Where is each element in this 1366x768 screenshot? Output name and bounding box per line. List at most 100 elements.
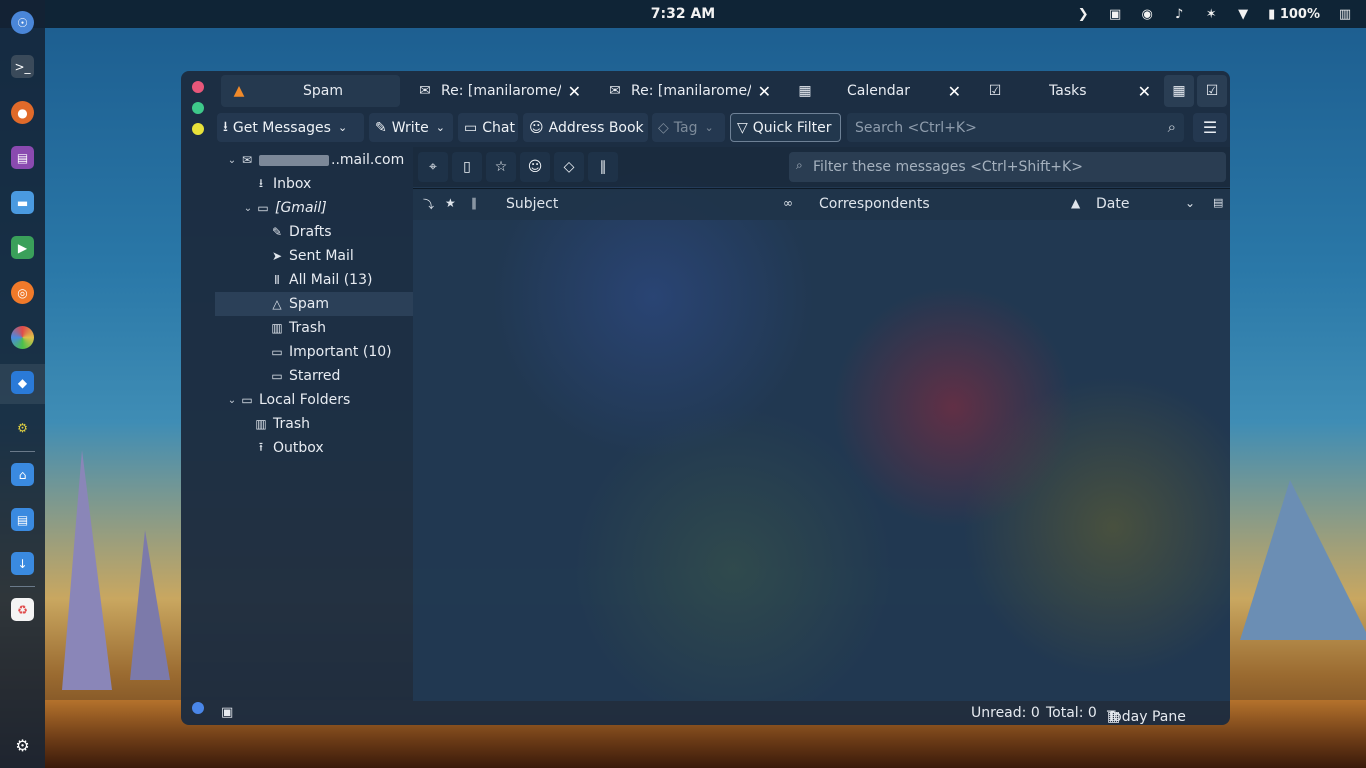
folder-local-trash[interactable]: ▥ Trash [215, 412, 413, 436]
get-messages-button[interactable]: ⭳ Get Messages ⌄ [217, 113, 364, 142]
layout-icon[interactable]: ▥ [1338, 7, 1352, 22]
tab-tasks[interactable]: ☑ Tasks ✕ [977, 75, 1157, 107]
gear-icon[interactable]: ⚙ [11, 734, 34, 757]
address-book-label: Address Book [548, 119, 644, 136]
hamburger-icon: ☰ [1202, 118, 1218, 137]
chevron-down-icon[interactable]: ⌄ [225, 155, 239, 166]
folder-all-mail[interactable]: Ⅱ All Mail (13) [215, 268, 413, 292]
wallpaper-rock [62, 450, 112, 690]
battery-indicator[interactable]: ▮ 100% [1268, 7, 1320, 22]
text-editor-icon[interactable]: ▤ [11, 146, 34, 169]
read-status-column-icon[interactable]: ∞ [783, 196, 793, 210]
battery-icon: ▮ [1268, 6, 1276, 22]
close-window-button[interactable] [192, 81, 204, 93]
dock-separator [10, 451, 35, 452]
tab-calendar[interactable]: ▦ Calendar ✕ [787, 75, 967, 107]
trash-icon: ▥ [255, 417, 267, 431]
unread-filter-button[interactable]: ▯ [452, 152, 482, 182]
folder-spam[interactable]: △ Spam [215, 292, 413, 316]
folder-account[interactable]: ⌄ ✉ ..mail.com [215, 148, 413, 172]
trash-bin-icon[interactable]: ♻ [11, 598, 34, 621]
settings-gears-icon[interactable]: ⚙ [11, 416, 34, 439]
chevron-down-icon[interactable]: ⌄ [338, 121, 347, 134]
chevron-down-icon[interactable]: ⌄ [1185, 196, 1195, 210]
dock: ☉ >_ ● ▤ ▬ ▶ ◎ ◆ ⚙ ⌂ ▤ ↓ ♻ ⚙ [0, 0, 45, 768]
attachment-column-icon[interactable]: ∥ [471, 196, 477, 210]
tab-spam[interactable]: ▲ Spam [221, 75, 400, 107]
dock-separator [10, 586, 35, 587]
documents-folder-icon[interactable]: ▤ [11, 508, 34, 531]
chat-icon: ▭ [464, 119, 478, 136]
folder-outbox[interactable]: ⭱ Outbox [215, 436, 413, 460]
envelope-icon: ✉ [241, 153, 253, 167]
folder-local-folders[interactable]: ⌄ ▭ Local Folders [215, 388, 413, 412]
close-icon[interactable]: ✕ [948, 82, 961, 101]
folder-sent-mail[interactable]: ➤ Sent Mail [215, 244, 413, 268]
column-picker-icon[interactable]: ▤ [1213, 196, 1223, 209]
tag-button[interactable]: ◇ Tag ⌄ [652, 113, 725, 142]
junk-column-icon[interactable]: ▲ [1071, 196, 1080, 210]
tab-message-2[interactable]: ✉ Re: [manilarome/t ✕ [597, 75, 777, 107]
maximize-window-button[interactable] [192, 123, 204, 135]
write-button[interactable]: ✎ Write ⌄ [369, 113, 453, 142]
folder-inbox[interactable]: ⭳ Inbox [215, 172, 413, 196]
chevron-down-icon[interactable]: ⌄ [241, 203, 255, 214]
date-column[interactable]: Date [1096, 196, 1129, 212]
subject-column[interactable]: Subject [506, 196, 558, 212]
contact-filter-button[interactable]: ☺ [520, 152, 550, 182]
chevron-down-icon[interactable]: ⌄ [225, 395, 239, 406]
wallpaper-rock [130, 530, 170, 680]
downloads-folder-icon[interactable]: ↓ [11, 552, 34, 575]
wifi-icon[interactable]: ▼ [1236, 7, 1250, 22]
folder-starred[interactable]: ▭ Starred [215, 364, 413, 388]
today-pane-label: Today Pane [1107, 709, 1186, 725]
app-menu-button[interactable]: ☰ [1193, 113, 1227, 142]
calendar-button[interactable]: ▦ [1164, 75, 1194, 107]
address-book-button[interactable]: ☺ Address Book [523, 113, 648, 142]
flame-icon: △ [272, 297, 282, 311]
color-picker-icon[interactable] [11, 326, 34, 349]
games-icon[interactable]: ◎ [11, 281, 34, 304]
files-icon[interactable]: ▬ [11, 191, 34, 214]
home-folder-icon[interactable]: ⌂ [11, 463, 34, 486]
close-icon[interactable]: ✕ [758, 82, 771, 101]
terminal-icon[interactable]: >_ [11, 55, 34, 78]
close-icon[interactable]: ✕ [568, 82, 581, 101]
launcher-icon[interactable]: ☉ [11, 11, 34, 34]
starred-filter-button[interactable]: ☆ [486, 152, 516, 182]
folder-trash[interactable]: ▥ Trash [215, 316, 413, 340]
media-player-icon[interactable]: ▶ [11, 236, 34, 259]
filter-messages-input[interactable]: ⌕ Filter these messages <Ctrl+Shift+K> [789, 152, 1226, 182]
inbox-icon: ⭳ [258, 175, 264, 190]
search-input[interactable]: Search <Ctrl+K> ⌕ [847, 113, 1184, 142]
tasks-button[interactable]: ☑ [1197, 75, 1227, 107]
tab-message-1[interactable]: ✉ Re: [manilarome/t ✕ [407, 75, 587, 107]
clock[interactable]: 7:32 AM [651, 6, 715, 22]
thread-column-icon[interactable]: ⤵ [423, 196, 434, 212]
close-icon[interactable]: ✕ [1138, 82, 1151, 101]
folder-drafts[interactable]: ✎ Drafts [215, 220, 413, 244]
correspondents-column[interactable]: Correspondents [819, 196, 930, 212]
thunderbird-icon[interactable]: ◆ [11, 371, 34, 394]
quick-filter-button[interactable]: ▽ Quick Filter [730, 113, 841, 142]
folder-important[interactable]: ▭ Important (10) [215, 340, 413, 364]
online-status-icon[interactable] [192, 702, 204, 714]
firefox-icon[interactable]: ● [11, 101, 34, 124]
chevron-down-icon[interactable]: ⌄ [436, 121, 445, 134]
activity-manager-icon[interactable]: ▣ [221, 705, 233, 720]
attachment-filter-button[interactable]: ∥ [588, 152, 618, 182]
battery-percent: 100% [1279, 6, 1320, 22]
star-column-icon[interactable]: ★ [445, 196, 456, 210]
minimize-window-button[interactable] [192, 102, 204, 114]
search-icon[interactable]: ⌕ [1168, 118, 1176, 136]
tags-filter-button[interactable]: ◇ [554, 152, 584, 182]
folder-gmail[interactable]: ⌄ ▭ [Gmail] [215, 196, 413, 220]
bluetooth-icon[interactable]: ✶ [1204, 7, 1218, 22]
archive-icon: Ⅱ [274, 273, 280, 287]
sticky-filter-button[interactable]: ⌖ [418, 152, 448, 182]
music-icon[interactable]: ♪ [1172, 7, 1186, 22]
chevron-right-icon[interactable]: ❯ [1076, 7, 1090, 22]
chat-button[interactable]: ▭ Chat [458, 113, 518, 142]
record-icon[interactable]: ◉ [1140, 7, 1154, 22]
disk-icon[interactable]: ▣ [1108, 7, 1122, 22]
